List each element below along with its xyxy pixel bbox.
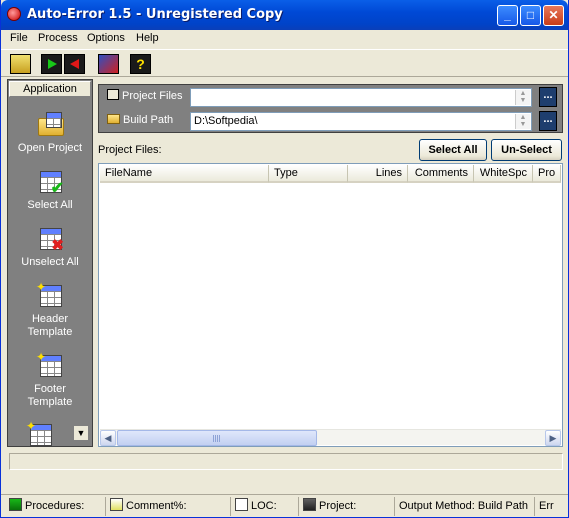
menu-process[interactable]: Process xyxy=(38,32,78,44)
column-header-whitespace[interactable]: WhiteSpc xyxy=(474,165,533,183)
unselect-button[interactable]: Un-Select xyxy=(491,139,562,161)
status-loc: LOC: xyxy=(230,497,295,516)
close-button[interactable]: ✕ xyxy=(543,5,564,26)
paths-panel: Project Files ▲ ▼ ... Build Path D:\Softp… xyxy=(98,84,563,133)
unselect-all-sidebar-button[interactable]: ✖ Unselect All xyxy=(8,224,92,269)
build-path-input[interactable]: D:\Softpedia\ ▲ ▼ xyxy=(190,112,532,131)
column-header-type[interactable]: Type xyxy=(269,165,348,183)
column-header-procedures[interactable]: Pro xyxy=(533,165,561,183)
horizontal-scrollbar[interactable]: ◀ ▶ xyxy=(100,429,561,446)
build-path-browse-button[interactable]: ... xyxy=(539,111,557,131)
column-header-lines[interactable]: Lines xyxy=(348,165,408,183)
project-files-icon xyxy=(107,89,119,100)
build-path-folder-icon xyxy=(107,114,120,124)
header-template-label: Header Template xyxy=(27,313,73,338)
build-path-field-label: Build Path xyxy=(107,114,173,126)
build-path-spin-icon[interactable]: ▲ ▼ xyxy=(515,114,530,129)
scroll-left-icon[interactable]: ◀ xyxy=(100,430,116,446)
unselect-all-icon: ✖ xyxy=(36,224,64,253)
status-comment-percent: Comment%: xyxy=(105,497,227,516)
project-files-field-label: Project Files xyxy=(107,89,183,102)
menu-help[interactable]: Help xyxy=(136,32,159,44)
project-files-list[interactable]: FileName Type Lines Comments WhiteSpc Pr… xyxy=(98,163,563,447)
project-files-input[interactable]: ▲ ▼ xyxy=(190,88,532,107)
status-bar: Procedures: Comment%: LOC: Project: Outp… xyxy=(1,494,568,517)
comment-percent-icon xyxy=(110,498,123,511)
run-icon[interactable] xyxy=(41,54,62,74)
menu-options[interactable]: Options xyxy=(87,32,125,44)
help-icon[interactable]: ? xyxy=(130,54,151,74)
select-all-sidebar-button[interactable]: ✔ Select All xyxy=(8,167,92,212)
menu-bar: File Process Options Help xyxy=(1,30,568,48)
scroll-thumb[interactable] xyxy=(117,430,317,446)
unselect-all-sidebar-label: Unselect All xyxy=(21,256,79,268)
toolbar: ? xyxy=(1,49,568,77)
footer-template-label: Footer Template xyxy=(27,383,73,408)
project-files-list-label: Project Files: xyxy=(98,144,162,156)
app-window: Auto-Error 1.5 - Unregistered Copy _ □ ✕… xyxy=(0,0,569,518)
header-template-icon: ✦ xyxy=(36,281,64,309)
status-procedures: Procedures: xyxy=(5,497,102,516)
select-all-icon: ✔ xyxy=(36,167,64,197)
open-project-button[interactable]: Open Project xyxy=(8,110,92,155)
menu-file[interactable]: File xyxy=(10,32,28,44)
progress-bar xyxy=(9,453,563,470)
footer-template-button[interactable]: ✦ Footer Template xyxy=(8,351,92,409)
tools-icon[interactable] xyxy=(98,54,119,74)
footer-template-icon: ✦ xyxy=(36,351,64,379)
scroll-right-icon[interactable]: ▶ xyxy=(545,430,561,446)
sidebar-scroll-down-icon[interactable]: ▼ xyxy=(73,425,89,441)
title-bar[interactable]: Auto-Error 1.5 - Unregistered Copy _ □ ✕ xyxy=(1,0,568,30)
open-folder-icon[interactable] xyxy=(10,54,31,74)
header-template-button[interactable]: ✦ Header Template xyxy=(8,281,92,339)
loc-icon xyxy=(235,498,248,511)
sidebar-header[interactable]: Application xyxy=(9,81,91,97)
column-header-comments[interactable]: Comments xyxy=(408,165,474,183)
open-project-icon xyxy=(36,110,64,138)
next-template-button[interactable]: ✦ xyxy=(8,420,68,452)
project-files-spin-icon[interactable]: ▲ ▼ xyxy=(515,90,530,105)
window-title: Auto-Error 1.5 - Unregistered Copy xyxy=(27,7,283,22)
application-sidebar: Application Open Project ✔ Select All ✖ … xyxy=(7,79,93,447)
project-files-browse-button[interactable]: ... xyxy=(539,87,557,107)
select-all-button[interactable]: Select All xyxy=(419,139,487,161)
status-output-method: Output Method: Build Path xyxy=(394,497,531,516)
template-icon: ✦ xyxy=(26,420,54,448)
select-all-sidebar-label: Select All xyxy=(27,199,73,211)
open-project-label: Open Project xyxy=(17,142,83,154)
column-header-filename[interactable]: FileName xyxy=(100,165,269,183)
undo-icon[interactable] xyxy=(64,54,85,74)
status-tail: Err xyxy=(534,497,566,516)
status-project: Project: xyxy=(298,497,391,516)
app-icon[interactable] xyxy=(7,7,21,21)
project-icon xyxy=(303,498,316,511)
procedures-icon xyxy=(9,498,22,511)
maximize-button[interactable]: □ xyxy=(520,5,541,26)
minimize-button[interactable]: _ xyxy=(497,5,518,26)
